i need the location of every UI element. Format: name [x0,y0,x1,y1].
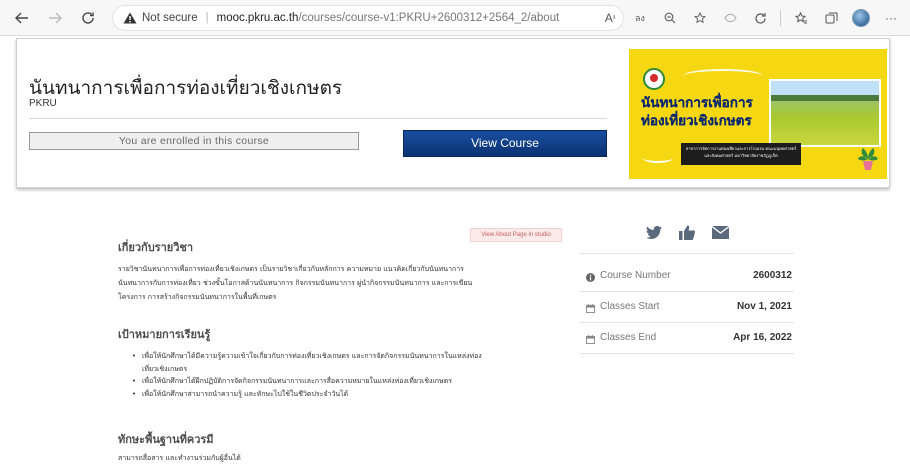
goal-text: เพื่อให้นักศึกษาสามารถนำความรู้ และทักษะ… [142,389,349,398]
profile-avatar[interactable] [848,8,874,28]
enrolled-status: You are enrolled in this course [29,132,359,150]
classes-start-row: Classes Start Nov 1, 2021 [580,299,792,319]
warning-icon[interactable] [123,12,137,24]
view-about-in-studio-button[interactable]: View About Page in studio [470,228,562,242]
calendar-icon [586,304,595,313]
list-item: เพื่อให้นักศึกษาได้ฝึกปฏิบัติการจัดกิจกร… [132,375,562,388]
url-path: /courses/course-v1:PKRU+2600312+2564_2/a… [298,12,560,24]
list-item: เพื่อให้นักศึกษาได้มีความรู้ความเข้าใจเก… [132,350,562,375]
plant-icon [858,148,878,170]
classes-end-value: Apr 16, 2022 [733,332,792,343]
back-icon[interactable] [10,6,34,30]
skills-text: สามารถสื่อสาร และทำงานร่วมกับผู้อื่นได้ [118,454,241,462]
university-logo [643,68,665,90]
toolbar-divider [780,10,781,26]
about-heading: เกี่ยวกับรายวิชา [118,241,194,254]
info-icon [586,273,595,282]
course-number-label: Course Number [600,270,671,281]
course-image: นันทนาการเพื่อการ ท่องเที่ยวเชิงเกษตร สา… [629,49,887,179]
collections-icon[interactable] [818,8,844,28]
view-course-button[interactable]: View Course [403,130,607,157]
not-secure-label[interactable]: Not secure [142,12,198,24]
sidebar-divider [580,322,794,323]
url-host: mooc.pkru.ac.th [216,12,299,24]
browser-essentials-icon[interactable] [717,8,743,28]
goal-text: เพื่อให้นักศึกษาได้ฝึกปฏิบัติการจัดกิจกร… [142,377,452,385]
description-line: นันทนาการกับการท่องเที่ยว ช่วงขั้นโอกาสด… [118,279,473,287]
twitter-icon[interactable] [646,224,662,240]
course-number-value: 2600312 [753,270,792,281]
classes-start-value: Nov 1, 2021 [736,301,792,312]
refresh-extension-icon[interactable] [747,8,773,28]
course-org: PKRU [29,98,57,109]
favorites-icon[interactable] [788,8,814,28]
classes-end-label: Classes End [600,332,657,343]
image-title-line-2: ท่องเที่ยวเชิงเกษตร [641,113,752,129]
browser-toolbar: Not secure | mooc.pkru.ac.th /courses/co… [0,0,910,36]
reload-icon[interactable] [76,6,100,30]
sidebar-divider [580,353,794,354]
goal-text: เพื่อให้นักศึกษาได้มีความรู้ความเข้าใจเก… [142,352,482,360]
description-line: โครงการ การสร้างกิจกรรมนันทนาการในพื้นที… [118,293,277,301]
skills-heading: ทักษะพื้นฐานที่ควรมี [118,433,214,446]
more-icon[interactable]: ··· [878,8,904,28]
zoom-icon[interactable] [657,8,683,28]
calendar-icon [586,335,595,344]
image-banner: สาขาการจัดการงานท่องเที่ยวและการโรงแรม ค… [681,143,801,165]
avatar [852,9,870,27]
like-icon[interactable] [679,224,695,240]
course-title: นันทนาการเพื่อการท่องเที่ยวเชิงเกษตร [29,77,343,99]
goals-list: เพื่อให้นักศึกษาได้มีความรู้ความเข้าใจเก… [132,350,562,400]
sidebar-divider [580,291,794,292]
description-line: รายวิชานันทนาการเพื่อการท่องเที่ยวเชิงเก… [118,265,464,273]
translate-icon[interactable]: ลง [627,8,653,28]
favorite-add-icon[interactable] [687,8,713,28]
address-separator: | [205,12,209,24]
classes-start-label: Classes Start [600,301,660,312]
read-aloud-icon[interactable]: Aᵃ [597,8,623,28]
forward-icon[interactable] [43,6,67,30]
sidebar-divider [580,253,794,254]
hero-divider [29,118,607,119]
decorative-swirl [683,69,763,83]
goal-text-continued: เที่ยวเชิงเกษตร [142,364,188,373]
address-bar[interactable]: Not secure | mooc.pkru.ac.th /courses/co… [112,5,624,31]
classes-end-row: Classes End Apr 16, 2022 [580,330,792,350]
read-aloud-glyph: A [604,11,613,25]
browser-actions: Aᵃ ลง ··· [597,8,904,28]
decorative-scribble [643,153,673,163]
email-icon[interactable] [712,224,729,240]
list-item: เพื่อให้นักศึกษาสามารถนำความรู้ และทักษะ… [132,388,562,401]
course-number-row: Course Number 2600312 [580,268,792,288]
goals-heading: เป้าหมายการเรียนรู้ [118,328,211,341]
about-description: รายวิชานันทนาการเพื่อการท่องเที่ยวเชิงเก… [118,262,548,304]
rice-field-photo [769,79,881,147]
course-hero: นันทนาการเพื่อการท่องเที่ยวเชิงเกษตร PKR… [16,38,890,188]
